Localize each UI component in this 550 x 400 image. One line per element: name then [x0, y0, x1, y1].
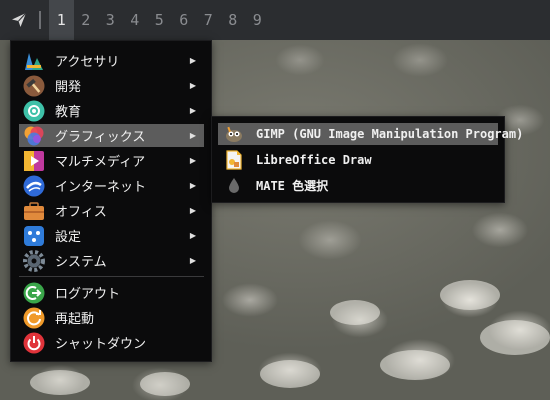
- menu-item-label: 教育: [55, 105, 82, 120]
- menu-item-settings[interactable]: 設定 ▶: [19, 224, 204, 247]
- multimedia-icon: [24, 150, 44, 171]
- menu-item-development[interactable]: 開発 ▶: [19, 74, 204, 97]
- submenu-item-libreoffice-draw[interactable]: LibreOffice Draw: [218, 149, 498, 171]
- graphics-icon: [24, 126, 44, 145]
- wallpaper-flower: [480, 320, 550, 355]
- menu-item-label: 再起動: [55, 312, 95, 327]
- submenu-arrow-icon: ▶: [189, 131, 196, 140]
- wallpaper-flower: [440, 280, 500, 310]
- menu-item-graphics[interactable]: グラフィックス ▶: [19, 124, 204, 147]
- submenu-arrow-icon: ▶: [189, 181, 196, 190]
- accessories-icon: [25, 52, 43, 70]
- menu-item-label: ログアウト: [55, 287, 121, 302]
- workspace-9[interactable]: 9: [245, 0, 270, 40]
- submenu-arrow-icon: ▶: [189, 56, 196, 65]
- menu-item-restart[interactable]: 再起動: [19, 306, 204, 329]
- office-briefcase-icon: [24, 201, 44, 220]
- workspace-1[interactable]: 1: [49, 0, 74, 40]
- menu-item-label: 開発: [55, 80, 82, 95]
- menu-item-accessories[interactable]: アクセサリ ▶: [19, 49, 204, 72]
- application-menu: アクセサリ ▶ 開発 ▶ 教育 ▶ グラフィックス ▶ マルチメディア ▶ イン…: [10, 40, 212, 362]
- submenu-item-gimp[interactable]: GIMP (GNU Image Manipulation Program): [218, 123, 523, 145]
- settings-icon: [24, 225, 44, 246]
- submenu-item-label: LibreOffice Draw: [256, 153, 372, 167]
- workspace-5[interactable]: 5: [147, 0, 172, 40]
- menu-item-label: システム: [55, 255, 107, 270]
- submenu-arrow-icon: ▶: [189, 106, 196, 115]
- menu-item-label: マルチメディア: [55, 155, 146, 170]
- paper-plane-icon: [12, 12, 27, 27]
- wallpaper-flower: [140, 372, 190, 396]
- submenu-arrow-icon: ▶: [189, 156, 196, 165]
- wallpaper-flower: [260, 360, 320, 388]
- system-gear-icon: [23, 249, 45, 272]
- menu-item-logout[interactable]: ログアウト: [19, 281, 204, 304]
- menu-item-label: 設定: [55, 230, 82, 245]
- menu-launcher-button[interactable]: [2, 0, 36, 40]
- submenu-arrow-icon: ▶: [189, 206, 196, 215]
- submenu-arrow-icon: ▶: [189, 256, 196, 265]
- menu-item-system[interactable]: システム ▶: [19, 249, 204, 272]
- power-icon: [23, 332, 45, 353]
- top-panel: 1 2 3 4 5 6 7 8 9: [0, 0, 550, 40]
- menu-item-label: オフィス: [55, 205, 107, 220]
- menu-item-education[interactable]: 教育 ▶: [19, 99, 204, 122]
- submenu-item-label: MATE 色選択: [256, 178, 329, 193]
- libreoffice-draw-icon: [226, 150, 242, 170]
- workspace-7[interactable]: 7: [196, 0, 221, 40]
- wallpaper-flower: [30, 370, 90, 395]
- menu-item-label: アクセサリ: [55, 55, 120, 70]
- logout-icon: [23, 282, 45, 303]
- submenu-item-label: GIMP (GNU Image Manipulation Program): [256, 127, 524, 141]
- color-picker-drop-icon: [229, 178, 239, 193]
- menu-item-office[interactable]: オフィス ▶: [19, 199, 204, 222]
- gimp-icon: [226, 126, 242, 142]
- menu-item-multimedia[interactable]: マルチメディア ▶: [19, 149, 204, 172]
- submenu-item-mate-color-select[interactable]: MATE 色選択: [218, 174, 498, 196]
- wallpaper-flower: [380, 350, 450, 380]
- panel-separator: [39, 11, 41, 29]
- menu-separator: [19, 276, 204, 277]
- submenu-arrow-icon: ▶: [189, 231, 196, 240]
- workspace-6[interactable]: 6: [172, 0, 197, 40]
- menu-item-label: グラフィックス: [55, 130, 146, 145]
- menu-item-label: インターネット: [55, 180, 147, 195]
- workspace-3[interactable]: 3: [98, 0, 123, 40]
- hammer-icon: [23, 75, 45, 96]
- internet-icon: [23, 175, 45, 196]
- menu-item-label: シャットダウン: [55, 337, 147, 352]
- menu-item-internet[interactable]: インターネット ▶: [19, 174, 204, 197]
- workspace-8[interactable]: 8: [221, 0, 246, 40]
- workspace-4[interactable]: 4: [123, 0, 148, 40]
- restart-icon: [23, 307, 45, 328]
- submenu-arrow-icon: ▶: [189, 81, 196, 90]
- menu-item-shutdown[interactable]: シャットダウン: [19, 331, 204, 354]
- education-icon: [23, 100, 45, 121]
- graphics-submenu: GIMP (GNU Image Manipulation Program) Li…: [211, 116, 523, 203]
- wallpaper-flower: [330, 300, 380, 325]
- workspace-2[interactable]: 2: [74, 0, 99, 40]
